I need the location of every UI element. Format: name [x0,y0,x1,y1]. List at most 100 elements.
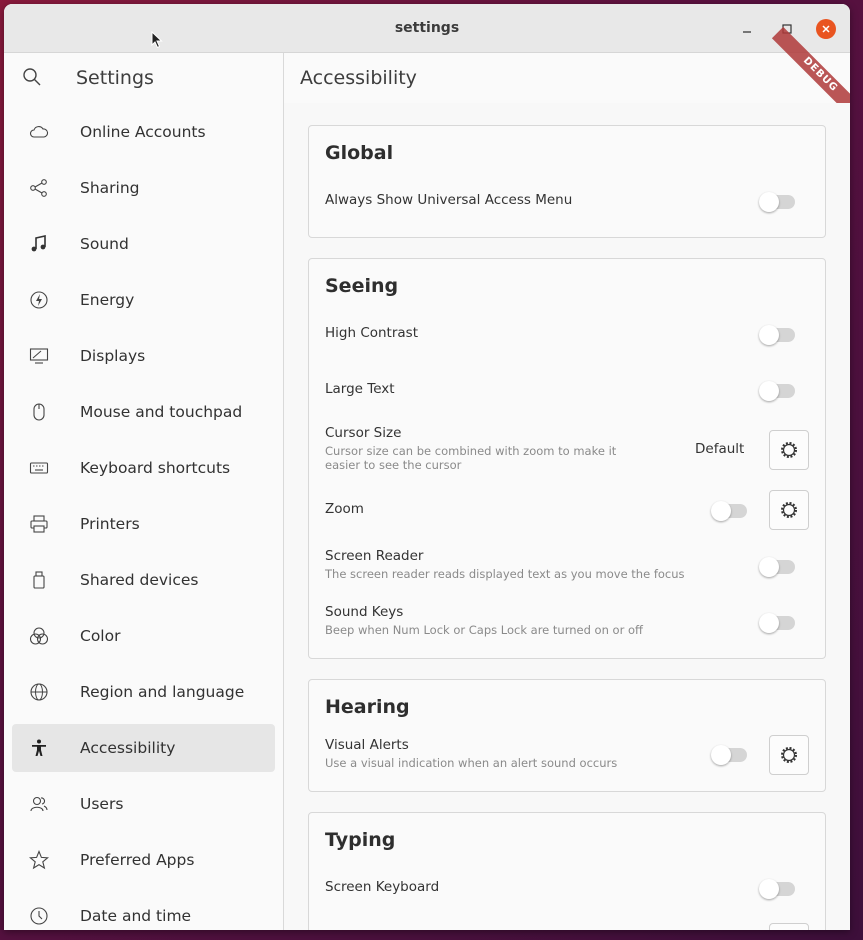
setting-description: The screen reader reads displayed text a… [325,567,685,581]
globe-icon [29,682,49,702]
sidebar-item-label: Accessibility [80,739,176,757]
printer-icon [29,514,49,534]
setting-label: Cursor Size [325,425,402,441]
sidebar-item-color[interactable]: Color [12,612,275,660]
cursor-size-settings-button[interactable] [769,430,809,470]
always-show-menu-row: Always Show Universal Access Menu [325,192,809,208]
setting-description: Beep when Num Lock or Caps Lock are turn… [325,623,643,637]
sidebar-item-label: Date and time [80,907,192,925]
mouse-pointer-icon [151,31,163,49]
header-bar: Settings Accessibility DEBUG [4,26,850,124]
sidebar-item-printers[interactable]: Printers [12,500,275,548]
header-divider [283,53,284,103]
hearing-section: Hearing Visual Alerts Use a visual indic… [308,679,826,792]
sidebar-item-label: Shared devices [80,571,199,589]
sidebar-item-shared-devices[interactable]: Shared devices [12,556,275,604]
high-contrast-row: High Contrast [325,325,809,341]
typing-section: Typing Screen Keyboard [308,812,826,930]
sidebar-item-label: Mouse and touchpad [80,403,243,421]
setting-label: Screen Reader [325,548,424,564]
sidebar-item-region-and-language[interactable]: Region and language [12,668,275,716]
setting-description: Cursor size can be combined with zoom to… [325,444,617,472]
settings-window: settings Settings Accessibility DEBUG On… [4,4,850,930]
visual-alerts-settings-button[interactable] [769,735,809,775]
keyboard-icon [29,458,49,478]
sidebar-item-label: Region and language [80,683,245,701]
sidebar-item-date-and-time[interactable]: Date and time [12,892,275,930]
window-title: settings [394,20,460,36]
section-title: Hearing [325,696,410,718]
accessibility-icon [29,738,49,758]
sidebar-item-label: Sound [80,235,129,253]
visual-alerts-toggle[interactable] [711,745,747,765]
sidebar-item-online-accounts[interactable]: Online Accounts [12,108,275,156]
setting-label: Screen Keyboard [325,879,440,895]
screen-keyboard-toggle[interactable] [759,879,795,899]
sidebar-item-accessibility[interactable]: Accessibility [12,724,275,772]
large-text-toggle[interactable] [759,381,795,401]
music-note-icon [29,234,49,254]
setting-label: Sound Keys [325,604,404,620]
sidebar-item-label: Displays [80,347,146,365]
gear-icon [781,747,797,763]
minimize-icon [743,31,751,33]
close-icon [822,25,830,33]
screen-reader-toggle[interactable] [759,557,795,577]
zoom-toggle[interactable] [711,501,747,521]
sidebar-item-label: Keyboard shortcuts [80,459,231,477]
cursor-size-row: Cursor Size Cursor size can be combined … [325,425,645,472]
share-icon [29,178,49,198]
section-title: Seeing [325,275,399,297]
typing-settings-button[interactable] [769,923,809,930]
accessibility-panel: Global Always Show Universal Access Menu… [284,103,850,930]
title-bar[interactable]: settings [4,4,850,53]
users-icon [29,794,49,814]
section-title: Typing [325,829,396,851]
section-title: Global [325,142,394,164]
sidebar-item-keyboard-shortcuts[interactable]: Keyboard shortcuts [12,444,275,492]
clock-icon [29,906,49,926]
star-icon [29,850,49,870]
setting-label: Always Show Universal Access Menu [325,192,573,208]
sidebar-item-preferred-apps[interactable]: Preferred Apps [12,836,275,884]
cursor-size-value: Default [695,441,745,457]
high-contrast-toggle[interactable] [759,325,795,345]
sidebar-item-label: Online Accounts [80,123,206,141]
energy-icon [29,290,49,310]
usb-device-icon [29,570,49,590]
sidebar-item-label: Users [80,795,124,813]
sidebar-item-label: Sharing [80,179,140,197]
large-text-row: Large Text [325,381,809,397]
setting-label: High Contrast [325,325,419,341]
sidebar-item-mouse-and-touchpad[interactable]: Mouse and touchpad [12,388,275,436]
color-icon [29,626,49,646]
minimize-button[interactable] [736,18,758,40]
always-show-menu-toggle[interactable] [759,192,795,212]
sidebar-item-users[interactable]: Users [12,780,275,828]
zoom-settings-button[interactable] [769,490,809,530]
setting-label: Large Text [325,381,395,397]
sidebar-item-displays[interactable]: Displays [12,332,275,380]
search-icon[interactable] [22,67,42,87]
page-title: Accessibility [300,67,417,89]
sidebar-title: Settings [76,67,154,89]
cloud-icon [29,122,49,142]
sidebar-item-label: Energy [80,291,135,309]
sidebar-item-label: Preferred Apps [80,851,195,869]
display-icon [29,346,49,366]
sound-keys-row: Sound Keys Beep when Num Lock or Caps Lo… [325,604,809,637]
gear-icon [781,442,797,458]
sound-keys-toggle[interactable] [759,613,795,633]
sidebar: Online Accounts Sharing Sound Energy Dis… [4,103,284,930]
sidebar-item-sharing[interactable]: Sharing [12,164,275,212]
mouse-icon [29,402,49,422]
close-button[interactable] [816,19,836,39]
gear-icon [781,502,797,518]
seeing-section: Seeing High Contrast Large Text Cursor S… [308,258,826,659]
sidebar-item-label: Color [80,627,121,645]
global-section: Global Always Show Universal Access Menu [308,125,826,238]
sidebar-item-sound[interactable]: Sound [12,220,275,268]
sidebar-item-label: Printers [80,515,140,533]
sidebar-item-energy[interactable]: Energy [12,276,275,324]
screen-reader-row: Screen Reader The screen reader reads di… [325,548,809,581]
